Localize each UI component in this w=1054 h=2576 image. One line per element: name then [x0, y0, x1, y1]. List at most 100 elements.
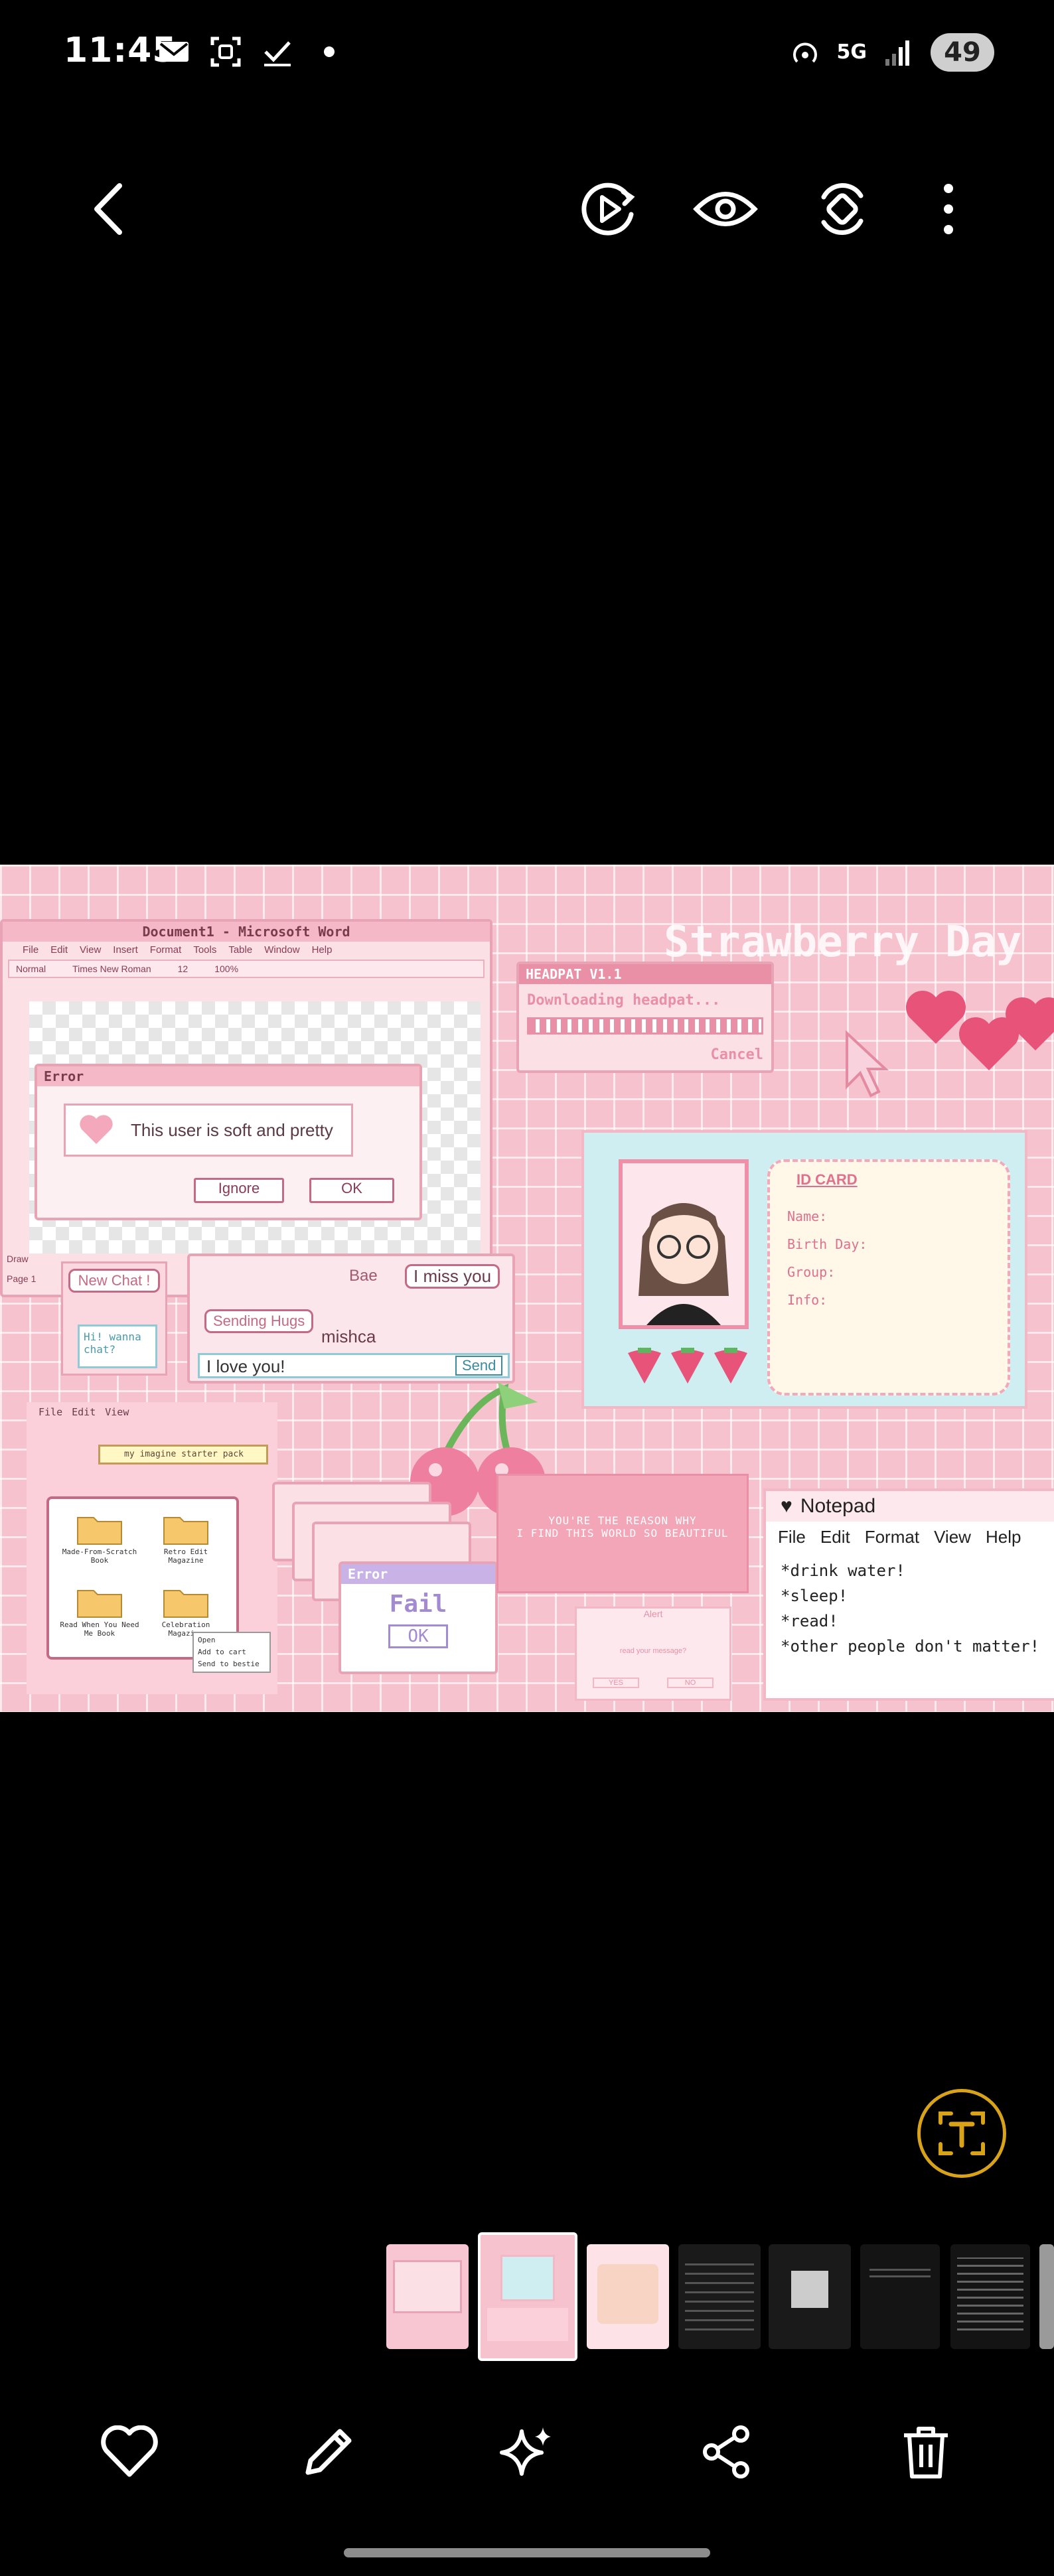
notepad-titlebar: ♥ Notepad: [766, 1491, 1054, 1522]
text-extract-button[interactable]: [917, 2089, 1006, 2178]
edit-button[interactable]: [279, 2402, 378, 2502]
word-menu-window: Window: [264, 944, 300, 956]
error-stack-body: Fail: [389, 1591, 447, 1618]
love-message-line-2: I FIND THIS WORLD SO BEAUTIFUL: [516, 1527, 729, 1539]
error-stack-ok: OK: [388, 1624, 448, 1648]
thumbnail[interactable]: [769, 2244, 851, 2349]
delete-button[interactable]: [876, 2402, 976, 2502]
word-menu-file: File: [23, 944, 39, 956]
mail-icon: [159, 42, 188, 62]
new-chat-label: New Chat !: [68, 1269, 160, 1293]
favorite-button[interactable]: [80, 2402, 179, 2502]
pixel-hearts-icon: [906, 991, 1054, 1070]
thumbnail[interactable]: [386, 2244, 469, 2349]
context-send-to-bestie: Send to bestie: [198, 1660, 260, 1668]
context-open: Open: [198, 1636, 216, 1644]
home-indicator[interactable]: [344, 2548, 710, 2557]
folder-menu-view: View: [105, 1406, 129, 1418]
id-card: ID CARD Name: Birth Day: Group: Info:: [581, 1130, 1027, 1409]
folder-menu-edit: Edit: [72, 1406, 96, 1418]
hotspot-icon: [792, 42, 817, 63]
error-message: This user is soft and pretty: [131, 1119, 333, 1140]
thumbnail-selected[interactable]: [478, 2232, 577, 2361]
notepad-menu-edit: Edit: [820, 1527, 850, 1547]
folder-menu-file: File: [38, 1406, 63, 1418]
new-chat-card: New Chat ! Hi! wanna chat?: [61, 1261, 167, 1376]
chat-miss: I miss you: [405, 1264, 500, 1289]
avatar-illustration: [623, 1163, 745, 1325]
notepad-text: *drink water! *sleep! *read! *other peop…: [766, 1553, 1054, 1664]
pencil-icon: [305, 2429, 352, 2475]
folder-item-3: Read When You Need Me Book: [60, 1585, 139, 1638]
back-button[interactable]: [66, 166, 153, 252]
alert-message: read your message?: [619, 1647, 687, 1655]
signal-icon: [885, 40, 909, 66]
thumbnail[interactable]: [678, 2244, 761, 2349]
folder-item-4: Celebration Magazine: [146, 1585, 226, 1638]
heart-icon: [80, 1115, 113, 1144]
notepad-menu: File Edit Format View Help: [766, 1522, 1054, 1553]
thumbnail[interactable]: [950, 2244, 1030, 2349]
error-stack-title: Error: [341, 1564, 495, 1584]
chat-name: mishca: [321, 1326, 376, 1346]
folder-label: Retro Edit Magazine: [163, 1547, 208, 1565]
battery-level: 49: [931, 33, 994, 72]
strawberries-icon: [628, 1348, 747, 1384]
error-dialog: Error This user is soft and pretty Ignor…: [35, 1064, 422, 1220]
thumbnail[interactable]: [860, 2244, 940, 2349]
word-menu-insert: Insert: [113, 944, 138, 956]
notepad-menu-help: Help: [985, 1527, 1021, 1547]
banner-text: Strawberry Day: [664, 918, 1022, 967]
notepad-line: *other people don't matter!: [781, 1637, 1040, 1656]
word-title: Document1 - Microsoft Word: [3, 922, 490, 942]
thumbnail[interactable]: [1039, 2244, 1054, 2349]
check-icon: [264, 41, 291, 66]
love-message-window: YOU'RE THE REASON WHY I FIND THIS WORLD …: [496, 1474, 749, 1593]
word-style: Normal: [16, 964, 46, 974]
word-menu-tools: Tools: [193, 944, 217, 956]
word-menu: File Edit View Insert Format Tools Table…: [3, 942, 490, 958]
text-scan-icon: [939, 2111, 985, 2155]
headpat-progress: [527, 1017, 763, 1035]
status-icons-left: [157, 35, 346, 69]
error-ignore-button: Ignore: [194, 1178, 284, 1203]
ai-edit-button[interactable]: [478, 2402, 577, 2502]
top-toolbar: [0, 166, 1054, 252]
status-icons-right: 5G 49: [788, 33, 994, 72]
notepad-title: Notepad: [800, 1495, 876, 1517]
notepad-line: *read!: [781, 1612, 838, 1630]
id-info-label: Info:: [787, 1292, 828, 1308]
notepad-line: *drink water!: [781, 1561, 905, 1580]
word-zoom: 100%: [214, 964, 239, 974]
id-card-form: ID CARD Name: Birth Day: Group: Info:: [767, 1159, 1010, 1395]
error-stack-front: Error Fail OK: [339, 1561, 498, 1674]
alert-window: Alert read your message? YES NO: [575, 1607, 731, 1701]
id-name-label: Name:: [787, 1208, 828, 1224]
chat-bae: Bae: [349, 1267, 378, 1285]
folder-label: Read When You Need Me Book: [60, 1620, 139, 1638]
folder-item-2: Retro Edit Magazine: [146, 1512, 226, 1565]
error-ok-button: OK: [309, 1178, 394, 1203]
alert-yes-button: YES: [593, 1678, 639, 1688]
thumbnail[interactable]: [587, 2244, 669, 2349]
photo-viewer-image[interactable]: Document1 - Microsoft Word File Edit Vie…: [0, 865, 1054, 1712]
folder-window: File Edit View my imagine starter pack M…: [27, 1402, 277, 1694]
alert-title: Alert: [643, 1609, 663, 1619]
view-button[interactable]: [682, 166, 769, 252]
headpat-cancel-button: Cancel: [710, 1046, 763, 1063]
word-toolbar: Normal Times New Roman 12 100%: [8, 960, 485, 978]
word-menu-view: View: [80, 944, 102, 956]
error-stack: Error Fail OK: [272, 1482, 498, 1681]
more-options-button[interactable]: [905, 166, 992, 252]
trash-icon: [904, 2427, 948, 2478]
heart-icon: [101, 2425, 158, 2477]
context-menu: Open Add to cart Send to bestie: [192, 1632, 271, 1673]
motion-photo-button[interactable]: [565, 166, 652, 252]
remaster-button[interactable]: [799, 166, 885, 252]
play-circle-icon: [581, 182, 635, 236]
dot-icon: [324, 46, 335, 57]
alert-no-button: NO: [667, 1678, 714, 1688]
folder-icon: [77, 1517, 122, 1545]
chat-window: Bae I miss you Sending Hugs mishca I lov…: [187, 1253, 515, 1384]
share-button[interactable]: [677, 2402, 777, 2502]
